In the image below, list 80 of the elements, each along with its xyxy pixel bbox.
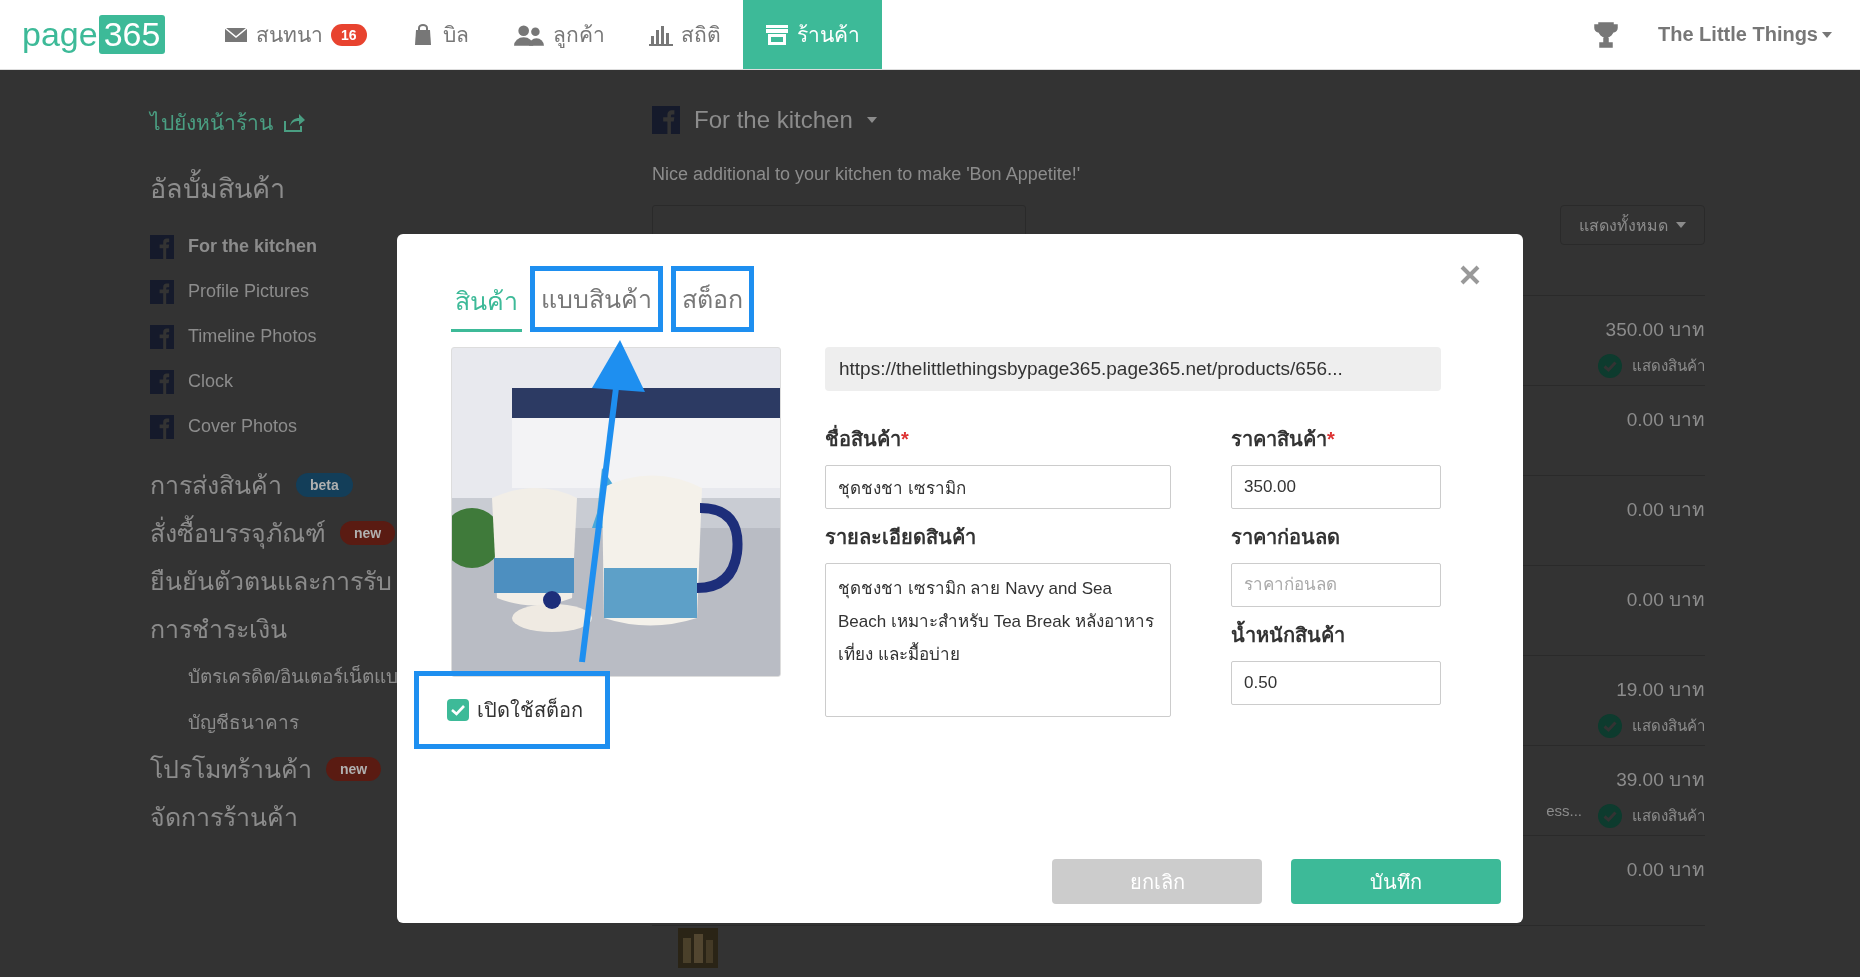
tag: new xyxy=(340,521,396,545)
tab[interactable]: สต็อก xyxy=(671,266,754,332)
product-price: 0.00 บาท xyxy=(1626,588,1705,612)
check-circle-icon xyxy=(1598,354,1622,378)
facebook-icon xyxy=(652,106,680,134)
stock-checkbox[interactable]: เปิดใช้สต็อก xyxy=(414,671,610,749)
field-label: ราคาก่อนลด xyxy=(1231,526,1340,548)
input-field[interactable]: ชุดชงชา เซรามิก xyxy=(825,465,1171,509)
album-title[interactable]: For the kitchen xyxy=(694,106,853,134)
album-item[interactable]: For the kitchen xyxy=(188,236,317,257)
facebook-icon xyxy=(150,369,174,394)
sidebar-item[interactable]: การชำระเงิน xyxy=(150,609,287,649)
logo[interactable]: page 365 xyxy=(0,0,172,69)
visibility-label: แสดงสินค้า xyxy=(1632,716,1705,736)
product-url: https://thelittlethingsbypage365.page365.net/products/656... xyxy=(825,347,1441,391)
album-item[interactable]: Cover Photos xyxy=(188,416,298,437)
facebook-icon xyxy=(150,279,174,304)
trophy-icon[interactable] xyxy=(1594,21,1618,48)
album-description: Nice additional to your kitchen to make 'Bon Appetite!' xyxy=(652,164,1082,185)
description-field[interactable]: ชุดชงชา เซรามิก ลาย Navy and Sea Beach เหมาะสำหรับ Tea Break หลังอาหารเที่ยง และมื้อบ่าย xyxy=(825,563,1171,717)
tag: beta xyxy=(296,473,353,497)
product-price: 19.00 บาท xyxy=(1616,678,1705,702)
store-icon xyxy=(764,23,789,46)
field-label: รายละเอียดสินค้า xyxy=(825,526,976,548)
tab[interactable]: แบบสินค้า xyxy=(530,266,663,332)
close-icon[interactable] xyxy=(1459,264,1481,286)
sidebar-subitem[interactable]: บัญชีธนาคาร xyxy=(188,707,299,737)
input-field[interactable]: ราคาก่อนลด xyxy=(1231,563,1441,607)
visibility-label: แสดงสินค้า xyxy=(1632,356,1705,376)
nav-label: สนทนา xyxy=(256,22,323,48)
nav-tab[interactable]: บิล xyxy=(388,0,491,69)
nav-label: สถิติ xyxy=(680,22,721,48)
sidebar-item[interactable]: จัดการร้านค้า xyxy=(150,797,298,837)
sidebar-item[interactable]: สั่งซื้อบรรจุภัณฑ์ xyxy=(150,513,326,553)
input-field[interactable]: 350.00 xyxy=(1231,465,1441,509)
product-price: 0.00 บาท xyxy=(1626,408,1705,432)
nav-tab[interactable]: ร้านค้า xyxy=(742,0,882,69)
tag: new xyxy=(326,757,382,781)
sidebar-item[interactable]: การส่งสินค้า xyxy=(150,465,282,505)
product-price: 0.00 บาท xyxy=(1626,858,1705,882)
product-name: ess... xyxy=(1546,802,1582,821)
nav-label: บิล xyxy=(442,22,469,48)
unread-badge: 16 xyxy=(331,23,367,46)
album-item[interactable]: Profile Pictures xyxy=(188,281,310,302)
tab[interactable]: สินค้า xyxy=(451,275,522,332)
users-icon xyxy=(512,23,545,46)
facebook-icon xyxy=(150,414,174,439)
facebook-icon xyxy=(150,324,174,349)
nav-tab[interactable]: สนทนา 16 xyxy=(202,0,389,69)
album-item[interactable]: Timeline Photos xyxy=(188,326,317,347)
album-item[interactable]: Clock xyxy=(188,371,233,392)
sidebar-item[interactable]: ยืนยันตัวตนและการรับ xyxy=(150,561,392,601)
save-button[interactable]: บันทึก xyxy=(1291,859,1501,904)
caret-icon xyxy=(1822,31,1832,38)
visibility-label: แสดงสินค้า xyxy=(1632,806,1705,826)
sidebar-item[interactable]: โปรโมทร้านค้า xyxy=(150,749,312,789)
required-mark: * xyxy=(1327,428,1335,450)
facebook-icon xyxy=(150,234,174,259)
product-price: 350.00 บาท xyxy=(1605,318,1705,342)
sidebar-subitem[interactable]: บัตรเครดิต/อินเตอร์เน็ตแบ xyxy=(188,661,399,691)
store-link[interactable]: ไปยังหน้าร้าน xyxy=(150,106,273,139)
account-menu[interactable]: The Little Things xyxy=(1658,23,1818,46)
required-mark: * xyxy=(901,428,909,450)
caret-icon xyxy=(866,117,877,123)
share-icon xyxy=(283,112,305,133)
nav-tab[interactable]: ลูกค้า xyxy=(490,0,627,69)
check-circle-icon xyxy=(1598,804,1622,828)
nav-label: ลูกค้า xyxy=(552,22,605,50)
product-price: 39.00 บาท xyxy=(1616,768,1705,792)
field-label: ราคาสินค้า xyxy=(1231,428,1327,450)
filter-dropdown[interactable]: แสดงทั้งหมด xyxy=(1560,205,1705,245)
check-circle-icon xyxy=(1598,714,1622,738)
input-field[interactable]: 0.50 xyxy=(1231,661,1441,705)
caret-icon xyxy=(1676,222,1686,228)
product-price: 0.00 บาท xyxy=(1626,498,1705,522)
checkbox-icon[interactable] xyxy=(447,699,469,721)
nav-tab[interactable]: สถิติ xyxy=(626,0,743,69)
nav-label: ร้านค้า xyxy=(796,22,860,48)
bar-chart-icon xyxy=(648,23,673,46)
section-title: อัลบั้มสินค้า xyxy=(150,167,652,210)
